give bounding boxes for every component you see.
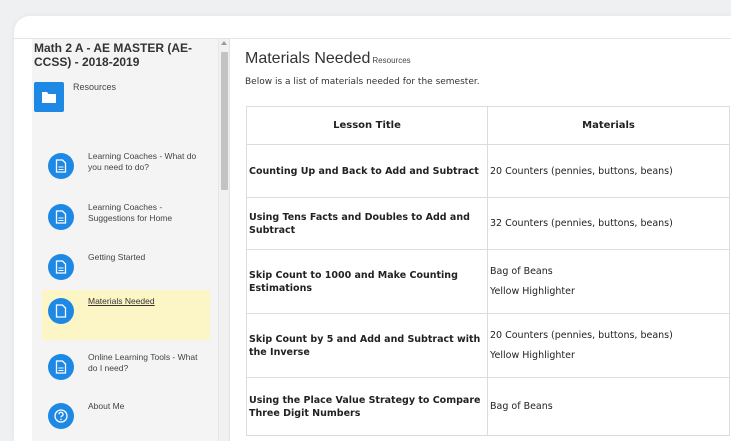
column-header-lesson-title: Lesson Title [246,106,488,145]
main-content: Materials Needed Resources Below is a lis… [230,39,731,441]
column-header-materials: Materials [487,106,730,145]
sidebar-scrollbar[interactable] [218,39,229,441]
sidebar-item-about-me[interactable]: About Me [42,393,210,441]
page-title: Materials Needed Resources [245,50,731,68]
table-row: Counting Up and Back to Add and Subtract… [246,144,730,198]
table-row: Skip Count by 5 and Add and Subtract wit… [246,313,730,378]
materials-cell: Bag of Beans Yellow Highlighter [487,249,730,314]
table-row: Using Tens Facts and Doubles to Add and … [246,197,730,250]
material-item: 20 Counters (pennies, buttons, beans) [490,165,673,177]
page-title-breadcrumb[interactable]: Resources [372,56,410,65]
sidebar-item-learning-coaches-suggestions[interactable]: Learning Coaches - Suggestions for Home [42,194,210,244]
table-row: Using the Place Value Strategy to Compar… [246,377,730,436]
scroll-up-arrow-icon[interactable] [221,41,227,45]
intro-text: Below is a list of materials needed for … [245,77,480,87]
folder-label: Resources [73,82,117,92]
table-header-row: Lesson Title Materials [246,106,730,145]
materials-cell: 20 Counters (pennies, buttons, beans) Ye… [487,313,730,378]
document-icon [48,254,74,280]
folder-icon [34,82,64,112]
sidebar-item-learning-coaches-todo[interactable]: Learning Coaches - What do you need to d… [42,143,210,193]
document-icon [48,153,74,179]
lesson-title-cell: Using Tens Facts and Doubles to Add and … [246,197,488,250]
materials-cell: Bag of Beans [487,377,730,436]
sidebar-item-label: Learning Coaches - Suggestions for Home [88,202,173,223]
course-title: Math 2 A - AE MASTER (AE-CCSS) - 2018-20… [34,41,192,69]
lesson-title-cell: Using the Place Value Strategy to Compar… [246,377,488,436]
materials-table: Lesson Title Materials Counting Up and B… [246,106,730,436]
lesson-title-cell: Counting Up and Back to Add and Subtract [246,144,488,198]
document-icon [48,354,74,380]
sidebar-item-getting-started[interactable]: Getting Started [42,244,210,294]
sidebar-item-label: Getting Started [88,252,146,262]
document-icon [48,204,74,230]
table-row: Skip Count to 1000 and Make Counting Est… [246,249,730,314]
material-item: Yellow Highlighter [490,350,575,361]
materials-cell: 20 Counters (pennies, buttons, beans) [487,144,730,198]
lesson-title-cell: Skip Count to 1000 and Make Counting Est… [246,249,488,314]
sidebar-item-label: Learning Coaches - What do you need to d… [88,151,197,172]
content-card: Math 2 A - AE MASTER (AE-CCSS) - 2018-20… [14,16,731,441]
resources-folder[interactable]: Resources [34,80,214,120]
sidebar-item-materials-needed[interactable]: Materials Needed [42,290,210,340]
sidebar-item-label: Materials Needed [88,296,155,306]
sidebar-item-label: Online Learning Tools - What do I need? [88,352,198,373]
page-title-text: Materials Needed [245,50,371,67]
material-item: 20 Counters (pennies, buttons, beans) [490,330,673,341]
material-item: Bag of Beans [490,401,553,412]
question-icon [48,403,74,429]
materials-cell: 32 Counters (pennies, buttons, beans) [487,197,730,250]
page-icon [48,298,74,324]
sidebar-item-online-learning-tools[interactable]: Online Learning Tools - What do I need? [42,344,210,394]
sidebar: Math 2 A - AE MASTER (AE-CCSS) - 2018-20… [32,39,230,441]
material-item: 32 Counters (pennies, buttons, beans) [490,218,673,229]
lesson-title-cell: Skip Count by 5 and Add and Subtract wit… [246,313,488,378]
material-item: Bag of Beans [490,266,553,277]
material-item: Yellow Highlighter [490,286,575,297]
course-window: Math 2 A - AE MASTER (AE-CCSS) - 2018-20… [32,39,731,441]
sidebar-item-label: About Me [88,401,125,411]
scroll-thumb[interactable] [221,52,228,190]
